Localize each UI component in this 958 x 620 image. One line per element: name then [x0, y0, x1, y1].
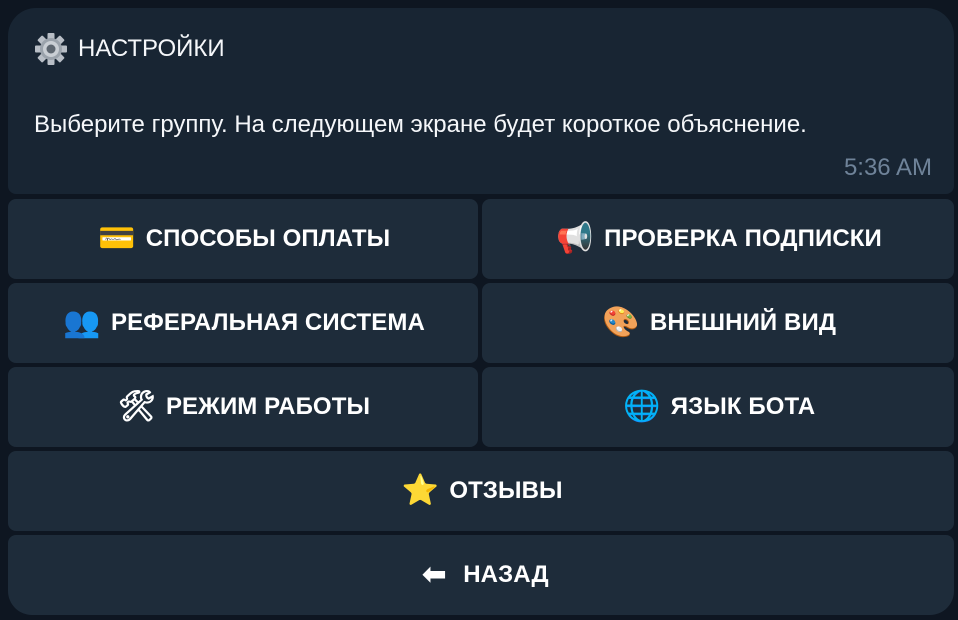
message-text: Выберите группу. На следующем экране буд… [34, 111, 807, 138]
button-label: СПОСОБЫ ОПЛАТЫ [145, 225, 391, 252]
message-bubble: НАСТРОЙКИ Выберите группу. На следующем … [8, 8, 954, 194]
subscription-check-button[interactable]: 📢 ПРОВЕРКА ПОДПИСКИ [482, 199, 954, 279]
button-label: ВНЕШНИЙ ВИД [649, 309, 837, 336]
credit-card-icon: 💳 [98, 222, 136, 255]
globe-icon: 🌐 [623, 390, 661, 423]
referral-system-button[interactable]: 👥 РЕФЕРАЛЬНАЯ СИСТЕМА [8, 283, 478, 363]
star-icon: ⭐ [401, 474, 440, 507]
chat-screen: НАСТРОЙКИ Выберите группу. На следующем … [0, 0, 958, 620]
message-title-row: НАСТРОЙКИ [34, 32, 930, 66]
button-label: ПРОВЕРКА ПОДПИСКИ [604, 225, 882, 252]
tools-icon: 🛠 [117, 390, 157, 423]
payment-methods-button[interactable]: 💳 СПОСОБЫ ОПЛАТЫ [8, 199, 478, 279]
users-icon: 👥 [63, 306, 101, 339]
button-label: РЕЖИМ РАБОТЫ [165, 393, 371, 420]
bot-language-button[interactable]: 🌐 ЯЗЫК БОТА [482, 367, 954, 447]
megaphone-icon: 📢 [556, 222, 594, 255]
message-title: НАСТРОЙКИ [78, 35, 225, 62]
back-button[interactable]: ⬅ НАЗАД [8, 535, 954, 615]
reviews-button[interactable]: ⭐ ОТЗЫВЫ [8, 451, 954, 531]
work-mode-button[interactable]: 🛠 РЕЖИМ РАБОТЫ [8, 367, 478, 447]
back-arrow-icon: ⬅ [421, 558, 447, 591]
message-time: 5:36 AM [843, 154, 932, 181]
button-label: НАЗАД [463, 561, 549, 588]
gear-icon [34, 32, 68, 66]
button-label: ОТЗЫВЫ [449, 477, 563, 504]
palette-icon: 🎨 [602, 306, 640, 339]
appearance-button[interactable]: 🎨 ВНЕШНИЙ ВИД [482, 283, 954, 363]
button-label: РЕФЕРАЛЬНАЯ СИСТЕМА [111, 309, 425, 336]
button-label: ЯЗЫК БОТА [670, 393, 816, 420]
